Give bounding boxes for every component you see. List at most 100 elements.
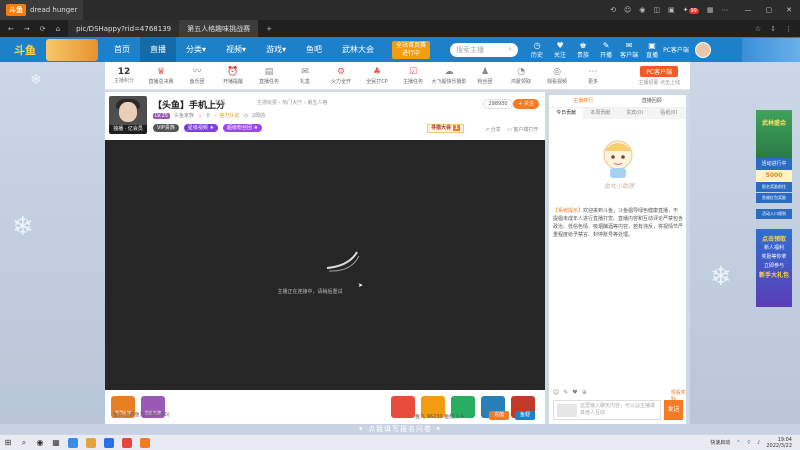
header-banner-image[interactable] xyxy=(46,38,98,61)
chevron-up-icon[interactable]: ⌃ xyxy=(736,440,740,446)
taskbar-app-browser[interactable] xyxy=(122,437,132,448)
bottom-banner[interactable]: ✶ 点我填写报名问卷 ✶ xyxy=(0,424,800,434)
collections-icon[interactable]: ◫ xyxy=(653,6,660,14)
forward-icon[interactable]: → xyxy=(24,25,30,33)
gift-item[interactable] xyxy=(391,396,415,418)
more-icon[interactable]: ⋯ xyxy=(722,6,729,14)
live-button[interactable]: ▣ 直播 xyxy=(643,41,661,59)
browser-tab-active[interactable]: 斗鱼 dread hunger xyxy=(0,0,84,20)
toolbar-item[interactable]: ⚙ 火力全开 xyxy=(323,67,359,85)
promo-button[interactable]: 全站首页赛 进行中 xyxy=(392,40,431,59)
follow-button[interactable]: + 关注 xyxy=(513,99,539,109)
site-logo[interactable]: 斗鱼 xyxy=(0,42,46,58)
menu-wulin[interactable]: 武林大会 xyxy=(332,37,384,62)
tab-sticker[interactable]: 贴纸(0) xyxy=(652,108,686,119)
toolbar-item[interactable]: ♣ 全民打CP xyxy=(359,67,395,85)
client-open-button[interactable]: ▭ 客户端打开 xyxy=(507,126,538,133)
taskbar-app-douyu[interactable] xyxy=(140,437,150,448)
menu-video[interactable]: 视频▾ xyxy=(216,37,256,62)
menu-home[interactable]: 首页 xyxy=(104,37,140,62)
newbie-ad[interactable]: 点击领取 新人福利 奖励等你拿 立即参与 新手大礼包 xyxy=(756,229,792,307)
toolbar-item[interactable]: ☁ 大飞船快乐摄影 xyxy=(431,67,467,85)
quick-launch-label[interactable]: 快速启动 xyxy=(710,439,730,446)
anchor-avatar[interactable]: 独播 · 亿会员 xyxy=(109,96,147,134)
taskbar-app-edge[interactable] xyxy=(68,437,78,448)
close-icon[interactable]: ✕ xyxy=(786,6,792,14)
star-video-pill[interactable]: 星级视频 ★ xyxy=(183,124,218,132)
menu-category[interactable]: 分类▾ xyxy=(176,37,216,62)
chat-input[interactable]: 这里输入聊天内容，可以@主播或其他人互动 xyxy=(553,400,661,420)
video-player[interactable]: 主播正在连接中，请稍后重试 ➤ xyxy=(105,140,545,390)
report-link[interactable]: 举报 xyxy=(215,99,225,106)
profile-icon[interactable]: ☺ xyxy=(624,6,631,14)
wulin-ad[interactable]: 武林盛会 xyxy=(756,110,792,158)
maximize-icon[interactable]: ▢ xyxy=(766,6,773,14)
taskbar-app-folder[interactable] xyxy=(86,437,96,448)
wulin-ad-line[interactable]: 报名奖励前往 xyxy=(756,182,792,192)
minimize-icon[interactable]: — xyxy=(745,6,752,14)
tab-today[interactable]: 今日贡献 xyxy=(549,108,584,119)
user-avatar[interactable] xyxy=(694,41,711,58)
score-counter[interactable]: 12 主播积分 xyxy=(105,67,143,84)
taskbar-app-store[interactable] xyxy=(104,437,114,448)
apps-icon[interactable]: ▦ xyxy=(707,6,714,14)
url-field[interactable]: pic/DSHappy?rid=4768139 xyxy=(68,20,180,37)
home-icon[interactable]: ⌂ xyxy=(56,25,60,33)
toolbar-item[interactable]: ♛ 直播总决赛 xyxy=(143,67,179,85)
search-icon[interactable]: ⌕ xyxy=(16,435,32,450)
notification-icon[interactable]: ✦ 99 xyxy=(683,6,699,14)
menu-icon[interactable]: ⋮ xyxy=(785,25,792,33)
vip-pill[interactable]: VIP贵族 xyxy=(153,124,179,132)
noble-button[interactable]: ♚ 贵族 xyxy=(574,41,592,59)
menu-live[interactable]: 直播 xyxy=(140,37,176,62)
network-icon[interactable]: ⌔ xyxy=(746,440,751,446)
toolbar-item[interactable]: ✉ 礼盒 xyxy=(287,67,323,85)
recharge-button[interactable]: 充值 xyxy=(489,411,509,420)
history-icon[interactable]: ⟲ xyxy=(610,6,616,14)
tab-replay[interactable]: 直播回顾 xyxy=(618,95,687,107)
fan-club-pill[interactable]: 超级粉丝团 ★ xyxy=(223,124,263,132)
menu-yuba[interactable]: 鱼吧 xyxy=(296,37,332,62)
start-icon[interactable]: ⊞ xyxy=(0,435,16,450)
client-button[interactable]: ✉ 客户端 xyxy=(620,41,638,59)
back-icon[interactable]: ← xyxy=(8,25,14,33)
new-tab-icon[interactable]: + xyxy=(258,25,280,33)
send-button[interactable]: 发送 xyxy=(664,400,683,420)
toolbar-item[interactable]: 〰鱼乐团 xyxy=(179,67,215,85)
pc-client-button[interactable]: PC客户端 xyxy=(640,65,679,77)
anchor-name[interactable]: 头鱼家族 xyxy=(174,112,194,119)
search-icon[interactable]: ⌕ xyxy=(508,45,512,54)
toolbar-item[interactable]: ⏰ 开播提醒 xyxy=(215,67,251,85)
pc-client-link[interactable]: PC客户端 xyxy=(663,45,689,54)
tab-vip[interactable]: 贵宾(0) xyxy=(618,108,652,119)
star-icon[interactable]: ☆ xyxy=(755,25,761,33)
yuchi-button[interactable]: 鱼翅 xyxy=(515,411,535,420)
toolbar-item[interactable]: ◎ 观看视频 xyxy=(539,67,575,85)
toolbar-item[interactable]: ▤ 直播任务 xyxy=(251,67,287,85)
follow-button[interactable]: ♥ 关注 xyxy=(551,41,569,59)
share-button[interactable]: ⇗ 分享 xyxy=(485,126,501,133)
history-button[interactable]: ◷ 历史 xyxy=(528,41,546,59)
breadcrumb[interactable]: 生游玩耍 › 热门大厅 › 第五人格 xyxy=(257,99,327,106)
toolbar-item[interactable]: ☑ 主播任务 xyxy=(395,67,431,85)
toolbar-item[interactable]: ⋯ 更多 xyxy=(575,67,611,85)
avatar-icon[interactable]: ◉ xyxy=(639,6,645,14)
task-view-icon[interactable]: ◉ xyxy=(32,435,48,450)
widgets-icon[interactable]: ▦ xyxy=(48,435,64,450)
wulin-ad-number[interactable]: 5000 xyxy=(756,170,792,182)
tab-week[interactable]: 本周贡献 xyxy=(583,108,617,119)
search-input[interactable]: 搜索主播 ⌕ xyxy=(450,42,519,57)
download-icon[interactable]: ⇩ xyxy=(770,25,776,33)
wulin-ad-line[interactable]: 活动入口规则 xyxy=(756,209,792,219)
menu-games[interactable]: 游戏▾ xyxy=(256,37,296,62)
tab-anchor-rank[interactable]: 主播排行 xyxy=(549,95,618,107)
clock[interactable]: 19:04 2022/3/22 xyxy=(766,437,792,449)
refresh-icon[interactable]: ⟳ xyxy=(40,25,46,33)
hunt-event-badge[interactable]: 寻猎大会 1 xyxy=(427,124,465,133)
broadcast-button[interactable]: ✎ 开播 xyxy=(597,41,615,59)
wulin-ad-line[interactable]: 鱼翅红包奖励 xyxy=(756,193,792,203)
volume-icon[interactable]: ♪ xyxy=(757,440,760,446)
toolbar-item[interactable]: ♟ 粉丝团 xyxy=(467,67,503,85)
toolbar-item[interactable]: ◔ 鸿蒙领取 xyxy=(503,67,539,85)
extension-icon[interactable]: ▣ xyxy=(668,6,675,14)
